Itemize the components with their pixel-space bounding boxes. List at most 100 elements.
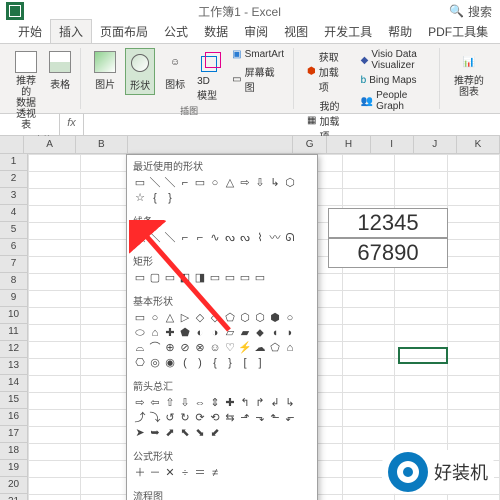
shape[interactable]: ▱ <box>223 326 237 340</box>
shape-divide[interactable]: ÷ <box>178 466 192 480</box>
shape[interactable]: ⬢ <box>268 311 282 325</box>
cell[interactable] <box>342 410 394 427</box>
cell[interactable] <box>447 308 499 325</box>
shape-connector[interactable]: ↳ <box>268 176 282 190</box>
cell[interactable] <box>447 291 499 308</box>
cell[interactable] <box>447 410 499 427</box>
cell[interactable] <box>342 291 394 308</box>
cell[interactable] <box>447 172 499 189</box>
shape-line[interactable]: ＼ <box>148 176 162 190</box>
shape-line[interactable]: ＼ <box>163 231 177 245</box>
shape[interactable]: ⌒ <box>148 341 162 355</box>
col-header[interactable]: K <box>457 136 500 153</box>
cell[interactable] <box>395 495 447 500</box>
cell[interactable] <box>29 257 81 274</box>
fx-button[interactable]: fx <box>60 114 84 135</box>
shape[interactable]: ⬠ <box>223 311 237 325</box>
shape[interactable]: ⊕ <box>163 341 177 355</box>
shape[interactable]: ⬟ <box>178 326 192 340</box>
cell[interactable] <box>29 376 81 393</box>
shape-arrow[interactable]: ⇨ <box>238 176 252 190</box>
shape-arrow[interactable]: ✚ <box>223 396 237 410</box>
shapes-button[interactable]: 形状 <box>125 48 155 95</box>
shape-arrow[interactable]: ⇔ <box>193 396 207 410</box>
row-header[interactable]: 21 <box>0 494 28 500</box>
tab-layout[interactable]: 页面布局 <box>92 20 156 43</box>
shape-arrow[interactable]: ⬐ <box>283 411 297 425</box>
shape-line[interactable]: ＼ <box>148 231 162 245</box>
bingmaps-button[interactable]: bBing Maps <box>358 74 433 87</box>
tab-review[interactable]: 审阅 <box>236 20 276 43</box>
shape-arrow[interactable]: ➤ <box>133 426 147 440</box>
smartart-button[interactable]: ▣SmartArt <box>229 48 287 61</box>
cell[interactable] <box>29 223 81 240</box>
shape-arrow[interactable]: ⟲ <box>208 411 222 425</box>
cell[interactable] <box>29 478 81 495</box>
select-all-corner[interactable] <box>0 136 24 153</box>
shape-freeform[interactable]: ⌇ <box>253 231 267 245</box>
row-header[interactable]: 17 <box>0 426 28 443</box>
cell[interactable] <box>395 308 447 325</box>
col-header[interactable]: J <box>414 136 457 153</box>
cell[interactable] <box>447 206 499 223</box>
cell[interactable] <box>342 342 394 359</box>
pictures-button[interactable]: 图片 <box>91 48 119 93</box>
row-header[interactable]: 15 <box>0 392 28 409</box>
shape-minus[interactable]: － <box>148 466 162 480</box>
cell[interactable] <box>447 274 499 291</box>
cell[interactable] <box>29 308 81 325</box>
col-header[interactable]: I <box>371 136 414 153</box>
shape-arrow[interactable]: ⇨ <box>133 396 147 410</box>
cell[interactable] <box>395 291 447 308</box>
shape[interactable]: ♡ <box>223 341 237 355</box>
shape-arrow[interactable]: ⬉ <box>178 426 192 440</box>
shape-arrow[interactable]: ⬊ <box>193 426 207 440</box>
shape[interactable]: ✚ <box>163 326 177 340</box>
cell[interactable] <box>395 325 447 342</box>
row-header[interactable]: 6 <box>0 239 28 256</box>
cell[interactable] <box>447 223 499 240</box>
shape-arrow[interactable]: ➥ <box>148 426 162 440</box>
formula-input[interactable] <box>84 114 500 135</box>
cell[interactable] <box>342 308 394 325</box>
shape-curve[interactable]: ᔓ <box>223 231 237 245</box>
icons-button[interactable]: ☺ 图标 <box>161 48 189 93</box>
shape-hexagon[interactable]: ⬡ <box>283 176 297 190</box>
cell[interactable] <box>342 393 394 410</box>
shape[interactable]: ⬡ <box>238 311 252 325</box>
visio-button[interactable]: ◆Visio Data Visualizer <box>358 48 433 72</box>
cell[interactable] <box>395 427 447 444</box>
row-header[interactable]: 7 <box>0 256 28 273</box>
row-header[interactable]: 1 <box>0 154 28 171</box>
shape[interactable]: ◗ <box>283 326 297 340</box>
shape[interactable]: ○ <box>148 311 162 325</box>
cell[interactable] <box>395 376 447 393</box>
shape-plus[interactable]: ＋ <box>133 466 147 480</box>
shape-curve[interactable]: ᔓ <box>238 231 252 245</box>
cell[interactable] <box>395 393 447 410</box>
tab-developer[interactable]: 开发工具 <box>316 20 380 43</box>
row-header[interactable]: 13 <box>0 358 28 375</box>
shape[interactable]: ⌂ <box>283 341 297 355</box>
cell-value[interactable]: 12345 <box>328 208 448 238</box>
shape[interactable]: ▭ <box>133 311 147 325</box>
cell[interactable] <box>29 325 81 342</box>
shape[interactable]: ◑ <box>208 326 222 340</box>
shape[interactable]: ⌓ <box>133 341 147 355</box>
shape[interactable]: ☁ <box>253 341 267 355</box>
row-header[interactable]: 11 <box>0 324 28 341</box>
active-cell[interactable] <box>398 347 448 364</box>
shape[interactable]: △ <box>163 311 177 325</box>
cell[interactable] <box>447 359 499 376</box>
row-header[interactable]: 2 <box>0 171 28 188</box>
shape[interactable]: ⊗ <box>193 341 207 355</box>
cell[interactable] <box>29 206 81 223</box>
cell[interactable] <box>395 274 447 291</box>
shape-arrow[interactable]: ⇩ <box>178 396 192 410</box>
shape[interactable]: ⬠ <box>268 341 282 355</box>
shape-roundrect[interactable]: ▢ <box>148 271 162 285</box>
shape-rect[interactable]: ▭ <box>238 271 252 285</box>
cell[interactable] <box>29 291 81 308</box>
cell[interactable] <box>29 342 81 359</box>
cell[interactable] <box>29 393 81 410</box>
